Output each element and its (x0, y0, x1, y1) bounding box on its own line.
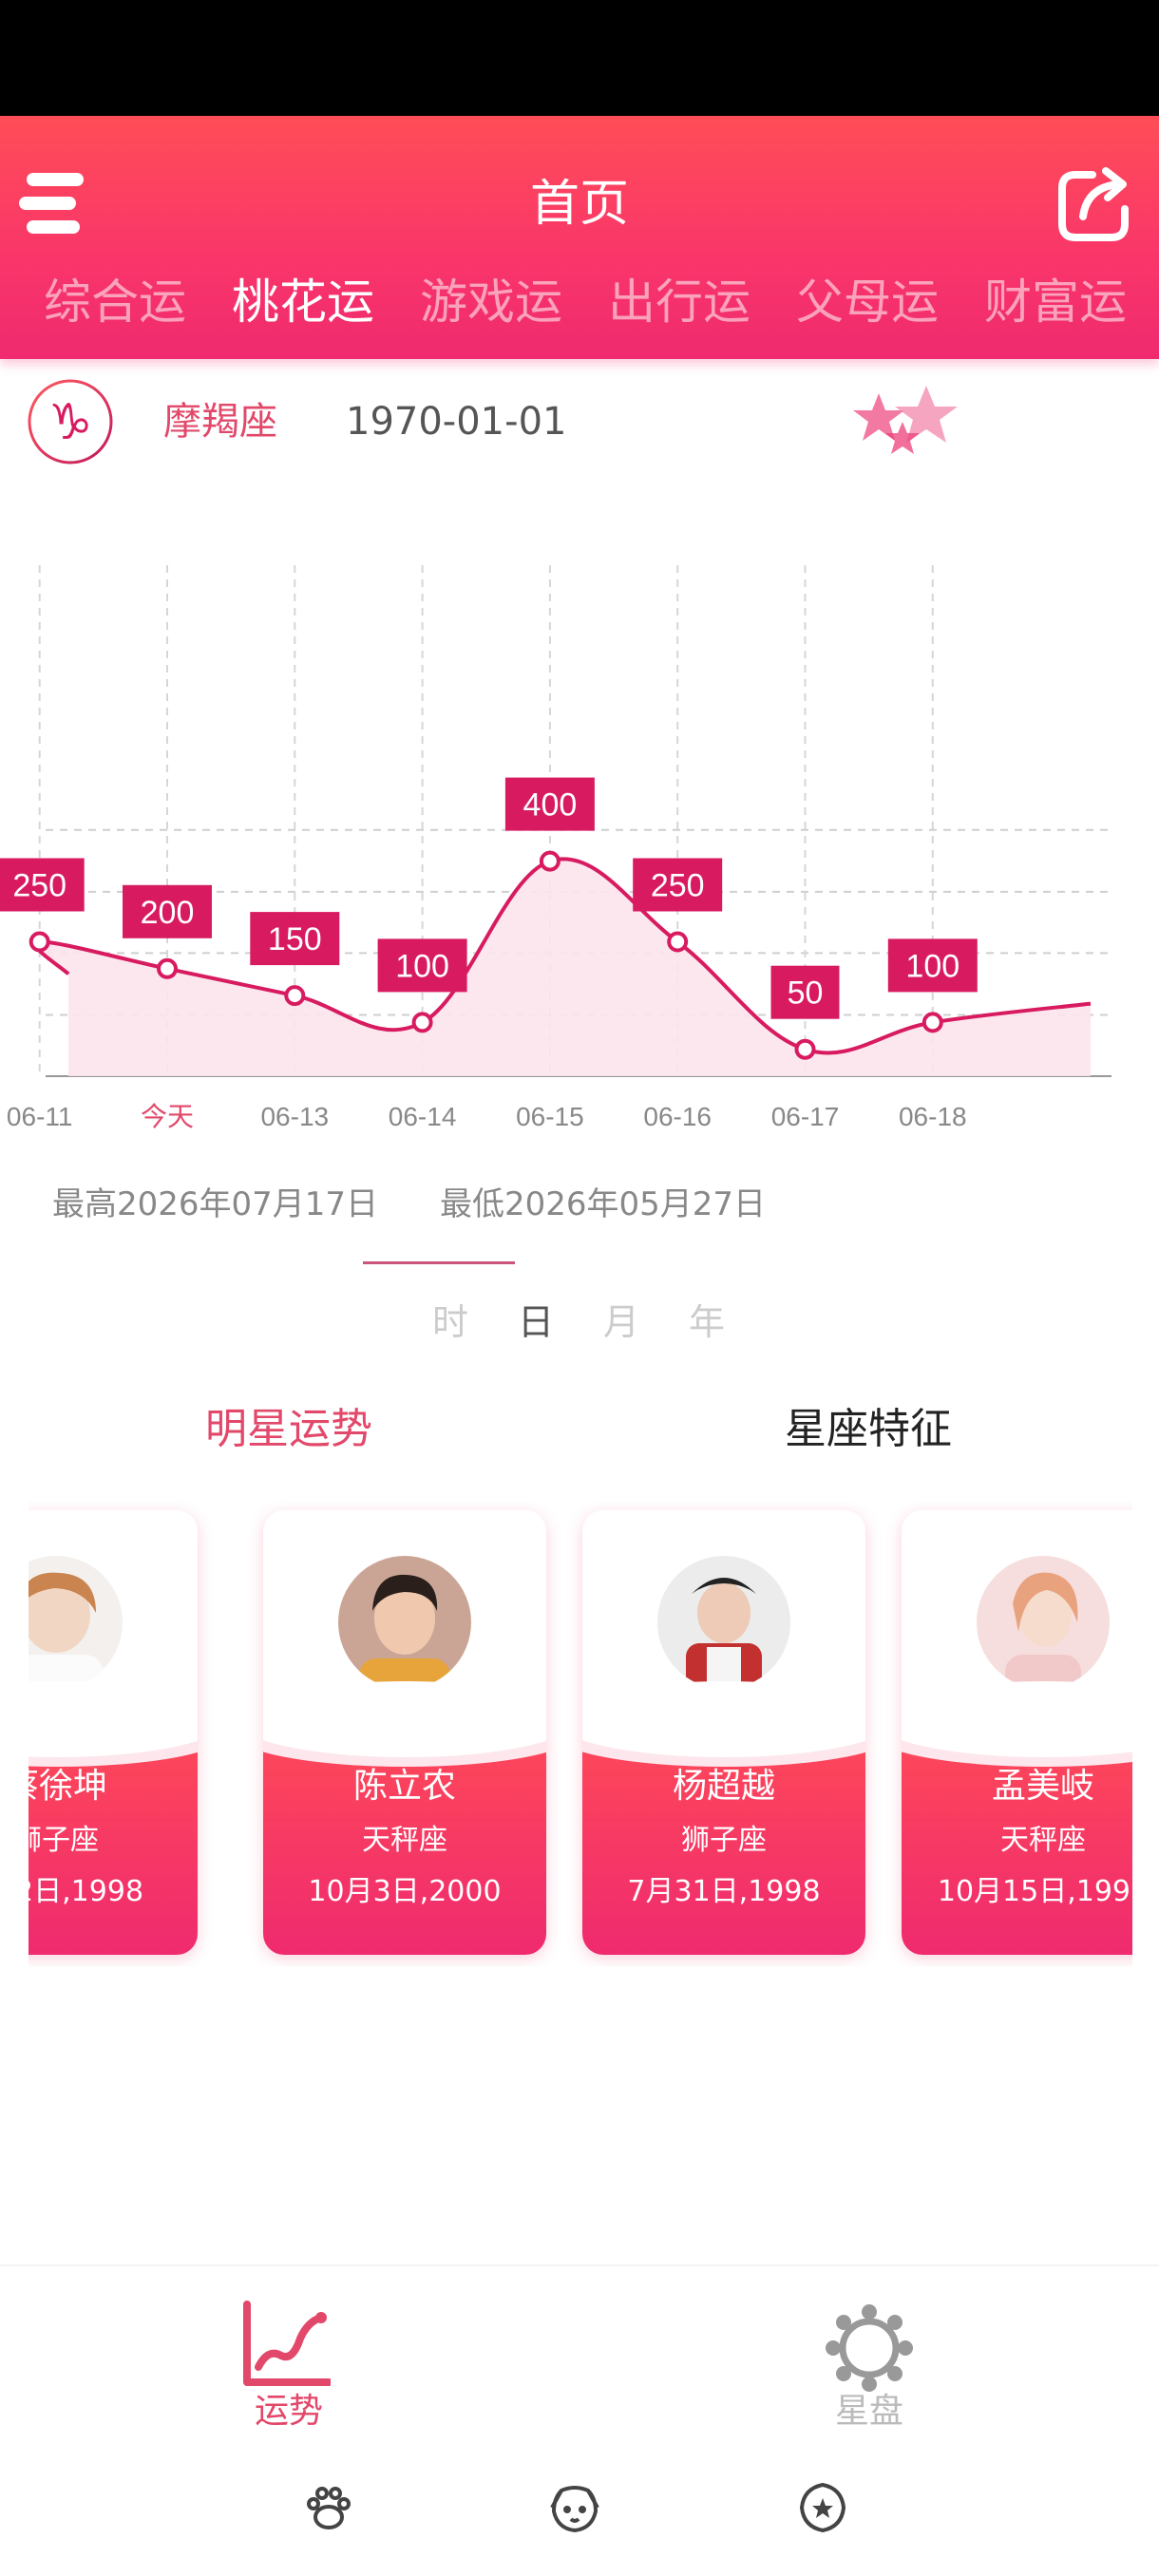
data-label: 100 (905, 948, 960, 984)
system-nav-bar (0, 2441, 1159, 2576)
x-tick-label: 06-16 (643, 1102, 712, 1131)
tab-star-fortune[interactable]: 明星运势 (205, 1396, 372, 1463)
star-birthday: 10月15日,1998 (937, 1875, 1132, 1908)
bottom-nav: 运势 星盘 (0, 2264, 1159, 2441)
data-label: 200 (141, 895, 195, 931)
star-card[interactable]: 孟美岐 天秤座 10月15日,1998 (902, 1510, 1132, 1955)
tab-parents-fortune[interactable]: 父母运 (796, 266, 939, 338)
period-tabs: 时 日 月 年 (0, 1294, 1159, 1351)
birth-date: 1970-01-01 (346, 400, 567, 444)
capricorn-icon[interactable]: ♑ (27, 378, 114, 465)
period-tab-year[interactable]: 年 (689, 1294, 725, 1351)
paw-icon[interactable] (300, 2479, 357, 2536)
star-name: 孟美岐 (991, 1767, 1094, 1806)
avatar (28, 1556, 123, 1689)
star-birthday: 7月31日,1998 (627, 1875, 821, 1908)
period-tab-hour[interactable]: 时 (432, 1294, 468, 1351)
data-point (284, 985, 306, 1007)
x-tick-label: 06-17 (771, 1102, 840, 1131)
sign-name: 摩羯座 (163, 400, 277, 444)
highest-date: 最高2026年07月17日 (52, 1185, 379, 1223)
star-card[interactable]: 蔡徐坤 狮子座 8月2日,1998 (28, 1510, 198, 1955)
nav-fortune[interactable]: 运势 (146, 2266, 431, 2443)
avatar (338, 1556, 471, 1689)
star-birthday: 8月2日,1998 (28, 1875, 144, 1908)
data-label: 250 (651, 868, 705, 904)
tab-wealth-fortune[interactable]: 财富运 (984, 266, 1127, 338)
star-name: 杨超越 (672, 1767, 775, 1806)
avatar (977, 1556, 1110, 1689)
data-label: 100 (395, 948, 449, 984)
star-sign: 天秤座 (362, 1824, 447, 1857)
data-label: 250 (12, 868, 66, 904)
tab-game-fortune[interactable]: 游戏运 (420, 266, 562, 338)
data-point (28, 931, 50, 953)
fortune-chart: 250 200 150 100 400 250 50 100 06-11 今天 06-13 06-14… (0, 565, 1112, 1131)
data-label: 50 (788, 975, 824, 1012)
x-tick-label: 06-14 (389, 1102, 457, 1131)
data-point (411, 1012, 433, 1033)
star-sign: 狮子座 (681, 1824, 767, 1857)
x-tick-label: 06-18 (899, 1102, 967, 1131)
nav-fortune-label: 运势 (254, 2392, 323, 2431)
fortune-tabs: 综合运 桃花运 游戏运 出行运 父母运 财富运 (0, 266, 1159, 342)
tab-travel-fortune[interactable]: 出行运 (608, 266, 750, 338)
star-badge-icon[interactable] (794, 2479, 851, 2536)
zodiac-symbol: ♑ (48, 394, 93, 451)
page-title: 首页 (529, 176, 629, 233)
share-icon[interactable] (1054, 163, 1136, 245)
star-sign: 天秤座 (1000, 1824, 1086, 1857)
trend-chart-icon (243, 2301, 331, 2386)
star-card[interactable]: 陈立农 天秤座 10月3日,2000 (263, 1510, 546, 1955)
lowest-date: 最低2026年05月27日 (440, 1185, 767, 1223)
data-point (794, 1038, 816, 1060)
tab-sign-traits[interactable]: 星座特征 (785, 1396, 952, 1463)
nav-star-chart-label: 星盘 (834, 2392, 903, 2431)
avatar (657, 1556, 790, 1689)
tab-overall-fortune[interactable]: 综合运 (44, 266, 186, 338)
data-point (667, 931, 689, 953)
period-indicator (363, 1261, 515, 1264)
data-point (922, 1012, 943, 1033)
star-card[interactable]: 杨超越 狮子座 7月31日,1998 (582, 1510, 865, 1955)
data-label: 150 (268, 921, 322, 957)
star-sign: 狮子座 (28, 1824, 99, 1857)
data-label: 400 (523, 787, 578, 824)
period-tab-month[interactable]: 月 (603, 1294, 639, 1351)
section-tabs: 明星运势 星座特征 (0, 1396, 1159, 1472)
profile-row: ♑ 摩羯座 1970-01-01 (0, 363, 1159, 486)
star-name: 陈立农 (352, 1767, 456, 1806)
x-tick-label: 06-13 (260, 1102, 329, 1131)
data-point (539, 850, 560, 872)
x-tick-label: 今天 (141, 1102, 194, 1131)
x-tick-label: 06-15 (516, 1102, 584, 1131)
star-birthday: 10月3日,2000 (308, 1875, 502, 1908)
nav-star-chart[interactable]: 星盘 (727, 2266, 1012, 2443)
star-cards: 蔡徐坤 狮子座 8月2日,1998 陈立农 天秤座 10月3日,2000 杨超越… (28, 1501, 1132, 1966)
star-name: 蔡徐坤 (28, 1767, 107, 1806)
data-point (157, 957, 178, 979)
period-tab-day[interactable]: 日 (518, 1294, 554, 1351)
header: 首页 综合运 桃花运 游戏运 出行运 父母运 财富运 (0, 116, 1159, 359)
dog-face-icon[interactable] (546, 2479, 603, 2536)
status-bar (0, 0, 1159, 116)
x-tick-label: 06-11 (7, 1102, 73, 1131)
stars-decoration-icon (846, 384, 969, 460)
star-chart-icon (826, 2304, 913, 2392)
tab-love-fortune[interactable]: 桃花运 (232, 266, 374, 338)
